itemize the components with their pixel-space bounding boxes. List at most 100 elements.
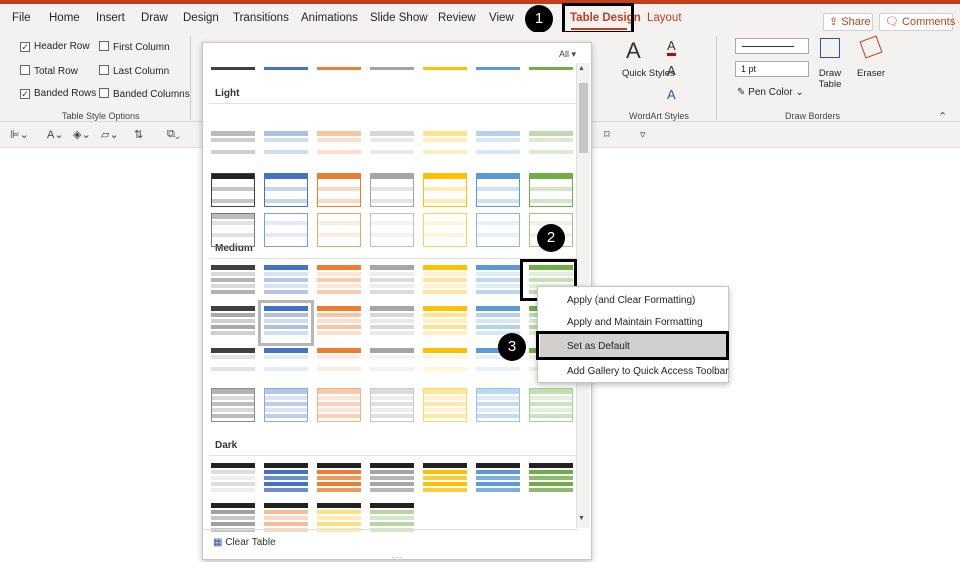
total-row-option[interactable]: Total Row: [20, 65, 78, 77]
table-style-thumbnail[interactable]: [423, 306, 467, 340]
first-column-checkbox[interactable]: [99, 41, 109, 51]
draw-table-icon[interactable]: [820, 38, 840, 58]
table-style-thumbnail[interactable]: [211, 173, 255, 207]
table-style-thumbnail[interactable]: [423, 348, 467, 382]
tab-home[interactable]: Home: [49, 12, 80, 24]
sort-icon[interactable]: ⇅: [134, 128, 143, 141]
last-column-checkbox[interactable]: [99, 65, 109, 75]
resize-handle[interactable]: ····: [391, 553, 402, 562]
table-style-thumbnail[interactable]: [476, 265, 520, 299]
table-style-thumbnail[interactable]: [264, 388, 308, 422]
last-column-option[interactable]: Last Column: [99, 65, 169, 77]
banded-rows-checkbox[interactable]: ✓: [20, 89, 30, 99]
table-style-thumbnail[interactable]: [423, 213, 467, 247]
tab-transitions[interactable]: Transitions: [233, 12, 289, 24]
menu-add-gallery-to-qat[interactable]: Add Gallery to Quick Access Toolbar: [567, 366, 729, 377]
table-style-thumbnail[interactable]: [317, 213, 361, 247]
table-style-thumbnail[interactable]: [423, 463, 467, 497]
text-outline-icon[interactable]: A: [667, 63, 676, 78]
table-style-thumbnail[interactable]: [211, 213, 255, 247]
align-icon[interactable]: ⊫⌄: [10, 128, 29, 141]
table-style-thumbnail[interactable]: [264, 463, 308, 497]
tab-slide-show[interactable]: Slide Show: [370, 12, 428, 24]
table-style-thumbnail[interactable]: [211, 306, 255, 340]
tab-insert[interactable]: Insert: [96, 12, 125, 24]
table-style-thumbnail[interactable]: [529, 463, 573, 497]
table-style-thumbnail[interactable]: [476, 173, 520, 207]
banded-columns-option[interactable]: Banded Columns: [99, 88, 190, 100]
table-style-thumbnail[interactable]: [264, 131, 308, 165]
table-style-thumbnail[interactable]: [211, 348, 255, 382]
pen-style-dropdown[interactable]: [735, 38, 809, 54]
tab-view[interactable]: View: [489, 12, 514, 24]
table-style-thumbnail[interactable]: [370, 131, 414, 165]
scroll-thumb[interactable]: [579, 83, 588, 153]
table-style-thumbnail[interactable]: [317, 131, 361, 165]
table-style-thumbnail[interactable]: [317, 388, 361, 422]
tab-animations[interactable]: Animations: [301, 12, 358, 24]
table-style-thumbnail[interactable]: [211, 131, 255, 165]
table-style-thumbnail[interactable]: [476, 213, 520, 247]
table-style-thumbnail[interactable]: [476, 463, 520, 497]
comments-button[interactable]: 🗨 Comments: [879, 13, 955, 31]
table-style-thumbnail[interactable]: [476, 131, 520, 165]
tab-file[interactable]: File: [12, 12, 31, 24]
table-style-thumbnail[interactable]: [370, 306, 414, 340]
table-style-thumbnail[interactable]: [370, 503, 414, 537]
table-style-thumbnail[interactable]: [529, 388, 573, 422]
crop-icon[interactable]: ⌑: [604, 128, 610, 141]
table-style-thumbnail[interactable]: [211, 388, 255, 422]
pen-weight-dropdown[interactable]: 1 pt: [735, 61, 809, 77]
table-style-thumbnail[interactable]: [370, 463, 414, 497]
table-style-thumbnail[interactable]: [264, 213, 308, 247]
arrange-icon[interactable]: ⧉⌄: [167, 128, 180, 141]
draw-table-button[interactable]: Draw Table: [818, 68, 842, 90]
tab-design[interactable]: Design: [183, 12, 219, 24]
table-style-thumbnail[interactable]: [529, 173, 573, 207]
table-style-thumbnail[interactable]: [370, 173, 414, 207]
table-style-thumbnail[interactable]: [423, 131, 467, 165]
first-column-option[interactable]: First Column: [99, 41, 170, 53]
text-fill-icon[interactable]: A: [667, 38, 676, 56]
eraser-icon[interactable]: [859, 35, 883, 59]
table-style-thumbnail[interactable]: [317, 348, 361, 382]
table-style-thumbnail[interactable]: [370, 213, 414, 247]
header-row-checkbox[interactable]: ✓: [20, 42, 30, 52]
banded-columns-checkbox[interactable]: [99, 88, 109, 98]
table-style-thumbnail[interactable]: [211, 265, 255, 299]
table-style-thumbnail[interactable]: [423, 173, 467, 207]
table-style-thumbnail[interactable]: [529, 131, 573, 165]
table-style-thumbnail[interactable]: [317, 265, 361, 299]
eraser-button[interactable]: Eraser: [857, 68, 885, 79]
table-style-thumbnail[interactable]: [370, 348, 414, 382]
shape-fill-icon[interactable]: ▱⌄: [101, 128, 119, 141]
tab-draw[interactable]: Draw: [141, 12, 168, 24]
table-style-thumbnail[interactable]: [317, 503, 361, 537]
table-style-thumbnail[interactable]: [264, 348, 308, 382]
quick-styles-button[interactable]: Quick Styles: [622, 68, 675, 79]
scroll-up-icon[interactable]: ▲: [578, 65, 585, 72]
table-style-thumbnail[interactable]: [423, 265, 467, 299]
table-style-thumbnail[interactable]: [264, 173, 308, 207]
table-style-thumbnail[interactable]: [370, 388, 414, 422]
scroll-down-icon[interactable]: ▼: [578, 515, 585, 522]
gallery-filter[interactable]: All ▾: [559, 49, 576, 60]
pen-color-button[interactable]: ✎ Pen Color ⌄: [737, 87, 804, 98]
header-row-option[interactable]: ✓ Header Row: [20, 41, 90, 52]
table-style-thumbnail[interactable]: [476, 388, 520, 422]
table-style-thumbnail[interactable]: [258, 300, 314, 346]
table-style-thumbnail[interactable]: [317, 306, 361, 340]
table-style-thumbnail[interactable]: [211, 463, 255, 497]
qat-dropdown-icon[interactable]: ▿: [640, 128, 646, 141]
table-style-thumbnail[interactable]: [264, 503, 308, 537]
share-button[interactable]: ⇪ Share: [823, 13, 873, 31]
total-row-checkbox[interactable]: [20, 65, 30, 75]
table-style-thumbnail[interactable]: [317, 463, 361, 497]
tab-review[interactable]: Review: [438, 12, 476, 24]
text-effects-icon[interactable]: A: [667, 87, 676, 102]
highlight-icon[interactable]: ◈⌄: [73, 128, 91, 141]
table-style-thumbnail[interactable]: [211, 503, 255, 537]
menu-apply-clear-formatting[interactable]: Apply (and Clear Formatting): [567, 295, 695, 306]
table-style-thumbnail[interactable]: [264, 265, 308, 299]
table-style-thumbnail[interactable]: [317, 173, 361, 207]
